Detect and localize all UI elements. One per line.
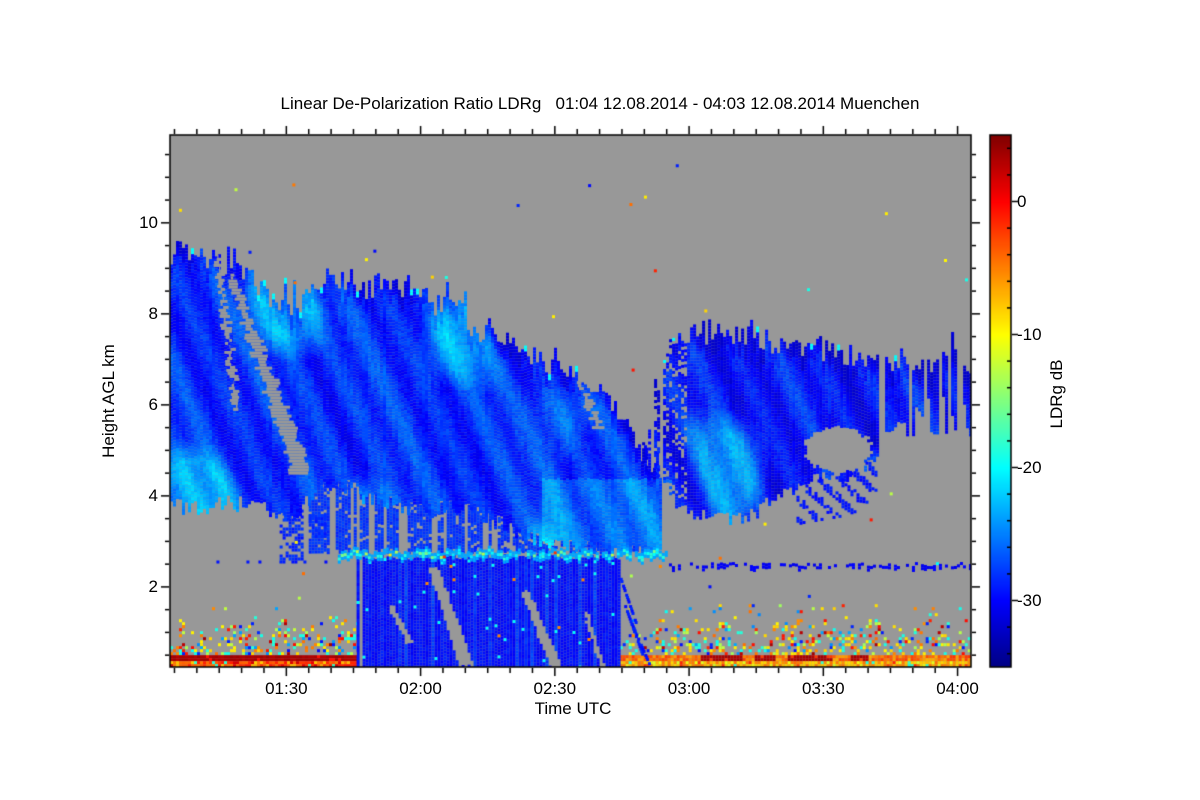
colorbar-tick-label: 0 [1017, 191, 1027, 211]
y-tick-label: 4 [148, 485, 158, 505]
colorbar-tick-label: -10 [1017, 324, 1042, 344]
y-tick-label: 6 [148, 394, 158, 414]
figure: Linear De-Polarization Ratio LDRg 01:04 … [0, 0, 1200, 800]
x-axis-label: Time UTC [534, 699, 612, 718]
y-tick-label: 10 [139, 212, 158, 232]
x-tick-label: 03:00 [667, 679, 711, 698]
y-tick-label: 2 [148, 576, 158, 596]
colorbar-tick-label: -20 [1017, 457, 1042, 477]
x-tick-label: 04:00 [936, 679, 979, 698]
y-tick-label: 8 [148, 303, 158, 323]
colorbar-tick-label: -30 [1017, 590, 1042, 610]
colorbar-label: LDRg dB [1047, 359, 1066, 429]
heatmap-canvas [0, 0, 1200, 800]
x-tick-label: 01:30 [265, 679, 308, 698]
x-tick-label: 02:00 [399, 679, 442, 698]
x-tick-label: 03:30 [802, 679, 845, 698]
x-tick-label: 02:30 [533, 679, 577, 698]
plot-title: Linear De-Polarization Ratio LDRg 01:04 … [280, 94, 920, 113]
